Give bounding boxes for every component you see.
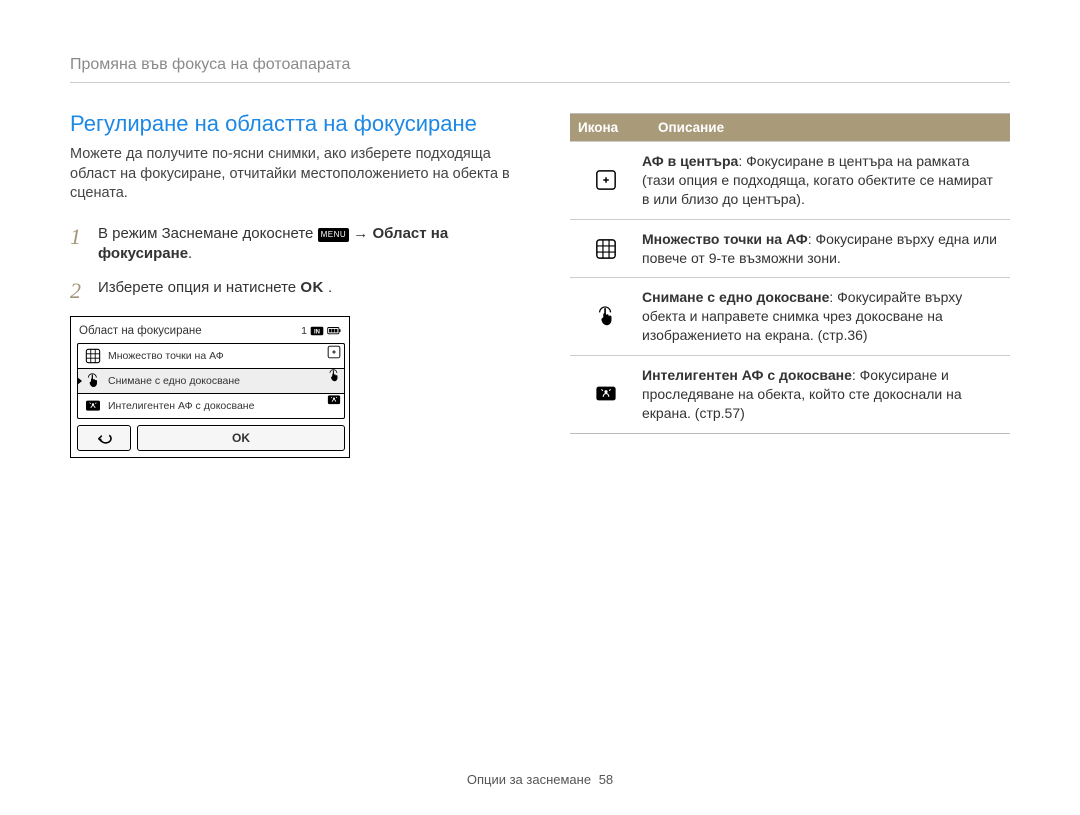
- step1-tail: .: [188, 245, 192, 262]
- center-af-icon: [570, 142, 642, 219]
- ok-button-label: OK: [232, 431, 250, 445]
- row-desc: Интелигентен АФ с докосване: Фокусиране …: [642, 356, 1010, 433]
- row-lead: Множество точки на АФ: [642, 231, 808, 247]
- th-icon: Икона: [570, 114, 650, 141]
- step-2: Изберете опция и натиснете OK .: [70, 278, 530, 298]
- touch-icon: [570, 278, 642, 355]
- page-header: Промяна във фокуса на фотоапарата: [70, 56, 1010, 83]
- lcd-item-tracking-af[interactable]: Интелигентен АФ с докосване: [78, 393, 344, 418]
- lcd-status-number: 1: [301, 325, 307, 337]
- step1-arrow: →: [349, 225, 372, 242]
- step1-prefix: В режим Заснемане докоснете: [98, 225, 318, 242]
- page-footer: Опции за заснемане 58: [0, 772, 1080, 787]
- th-desc: Описание: [650, 114, 1010, 141]
- intro-paragraph: Можете да получите по-ясни снимки, ако и…: [70, 145, 530, 204]
- ok-button[interactable]: OK: [137, 425, 345, 451]
- row-desc: Множество точки на АФ: Фокусиране върху …: [642, 220, 1010, 278]
- step2-tail: .: [324, 279, 332, 296]
- lcd-item-label: Снимане с едно докосване: [108, 376, 240, 388]
- grid-icon: [570, 220, 642, 278]
- step-1: В режим Заснемане докоснете MENU → Облас…: [70, 224, 530, 265]
- row-lead: Интелигентен АФ с докосване: [642, 367, 852, 383]
- lcd-status: 1: [301, 325, 341, 337]
- page-number: 58: [599, 772, 613, 787]
- table-row: Множество точки на АФ: Фокусиране върху …: [570, 219, 1010, 278]
- touch-icon: [84, 374, 102, 388]
- lcd-item-touch-shot[interactable]: Снимане с едно докосване: [78, 368, 344, 393]
- tracking-icon: [570, 356, 642, 433]
- lcd-item-multi-af[interactable]: Множество точки на АФ: [78, 344, 344, 368]
- lcd-title: Област на фокусиране: [79, 325, 202, 337]
- focus-options-table: Икона Описание АФ в центъра: Фокусиране …: [570, 113, 1010, 434]
- tracking-icon: [327, 393, 341, 407]
- lcd-item-label: Интелигентен АФ с докосване: [108, 401, 254, 413]
- row-desc: Снимане с едно докосване: Фокусирайте въ…: [642, 278, 1010, 355]
- table-header: Икона Описание: [570, 114, 1010, 141]
- storage-in-icon: [310, 326, 324, 336]
- section-title: Регулиране на областта на фокусиране: [70, 111, 530, 137]
- camera-lcd: Област на фокусиране 1 Множество точки н…: [70, 316, 350, 458]
- touch-icon: [327, 369, 341, 383]
- tracking-icon: [84, 399, 102, 413]
- lcd-options-list: Множество точки на АФ Снимане с едно док…: [77, 343, 345, 419]
- row-lead: Снимане с едно докосване: [642, 289, 829, 305]
- table-row: Интелигентен АФ с докосване: Фокусиране …: [570, 355, 1010, 433]
- lcd-item-label: Множество точки на АФ: [108, 351, 224, 363]
- back-icon: [94, 430, 114, 447]
- row-desc: АФ в центъра: Фокусиране в центъра на ра…: [642, 142, 1010, 219]
- table-row: Снимане с едно докосване: Фокусирайте въ…: [570, 277, 1010, 355]
- footer-section: Опции за заснемане: [467, 772, 591, 787]
- table-row: АФ в центъра: Фокусиране в центъра на ра…: [570, 141, 1010, 219]
- row-lead: АФ в центъра: [642, 153, 738, 169]
- battery-icon: [327, 326, 341, 336]
- ok-inline-icon: OK: [300, 279, 324, 296]
- lcd-side-icons: [327, 345, 341, 407]
- menu-icon: MENU: [318, 228, 350, 242]
- step2-prefix: Изберете опция и натиснете: [98, 279, 300, 296]
- back-button[interactable]: [77, 425, 131, 451]
- grid-icon: [84, 349, 102, 363]
- center-af-icon: [327, 345, 341, 359]
